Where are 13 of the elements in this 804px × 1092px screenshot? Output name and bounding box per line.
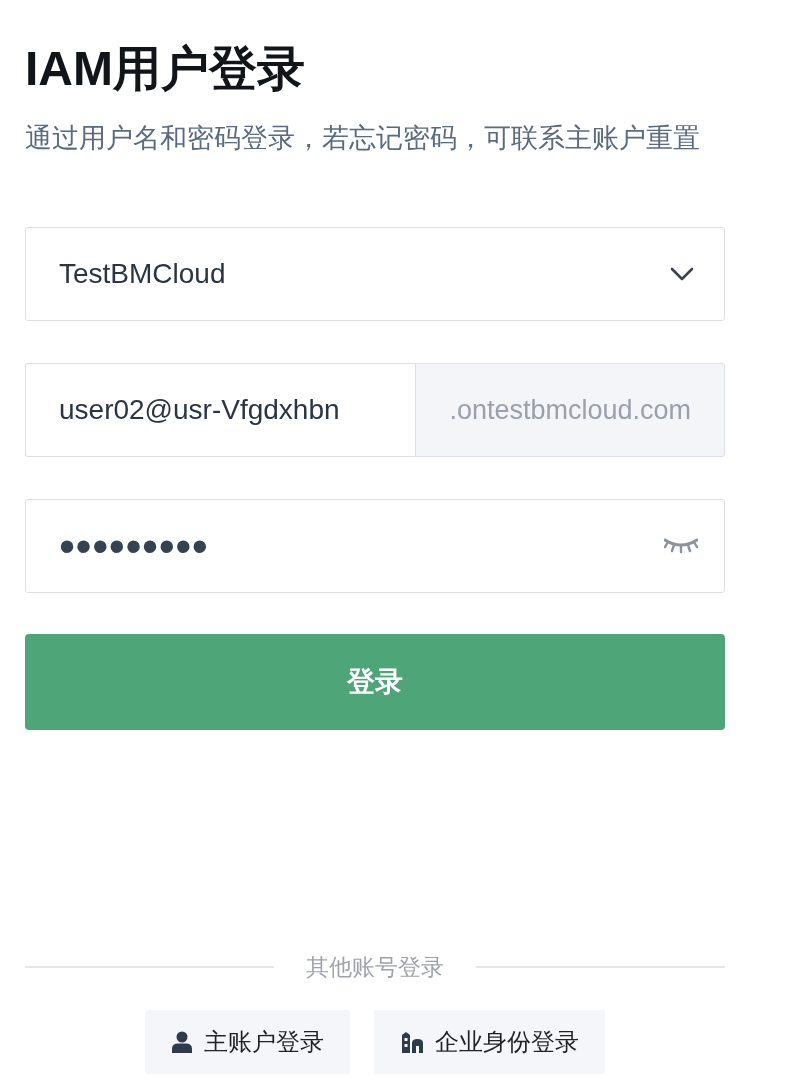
page-title: IAM用户登录 <box>25 41 306 97</box>
person-icon <box>172 1031 192 1053</box>
username-field[interactable]: user02@usr-Vfgdxhbn <box>25 363 416 457</box>
login-option-button[interactable]: 企业身份登录 <box>374 1010 605 1074</box>
password-field[interactable]: ••••••••• <box>25 499 725 593</box>
domain-suffix: .ontestbmcloud.com <box>415 363 725 457</box>
building-icon <box>401 1031 423 1053</box>
closed-eye-icon[interactable] <box>664 538 698 554</box>
other-login-heading: 其他账号登录 <box>306 953 444 982</box>
chevron-down-icon <box>670 267 694 281</box>
account-dropdown[interactable]: TestBMCloud <box>25 227 725 321</box>
login-option-button[interactable]: 主账户登录 <box>145 1010 350 1074</box>
page-subtitle: 通过用户名和密码登录，若忘记密码，可联系主账户重置 <box>25 122 701 155</box>
